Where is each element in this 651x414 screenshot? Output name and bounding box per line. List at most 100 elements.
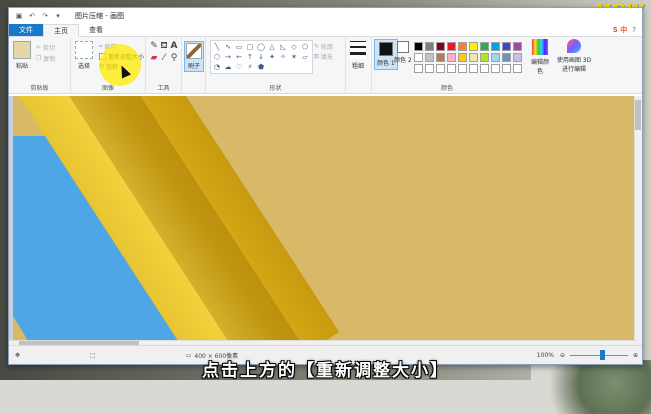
shape-item[interactable]: ⚡ xyxy=(246,63,254,71)
color2-button[interactable]: 颜色 2 xyxy=(394,41,412,64)
shape-item[interactable]: ♡ xyxy=(235,63,243,71)
shape-item[interactable]: ▭ xyxy=(235,43,243,51)
palette-swatch[interactable] xyxy=(458,42,467,51)
shape-item[interactable]: ◯ xyxy=(257,43,265,51)
brush-label: 刷子 xyxy=(187,63,200,70)
palette-swatch[interactable] xyxy=(513,42,522,51)
shape-item[interactable]: ▢ xyxy=(246,43,254,51)
palette-swatch[interactable] xyxy=(447,53,456,62)
shape-item[interactable]: ◺ xyxy=(279,43,287,51)
shape-item[interactable]: ✦ xyxy=(268,53,276,61)
ime-toolbar[interactable]: S 中 xyxy=(613,25,627,35)
color-palette xyxy=(414,42,522,73)
palette-swatch[interactable] xyxy=(425,53,434,62)
palette-swatch[interactable] xyxy=(502,53,511,62)
shape-item[interactable]: ⬠ xyxy=(301,43,309,51)
shape-item[interactable]: → xyxy=(224,53,232,61)
magnifier-icon[interactable]: ⚲ xyxy=(169,53,179,63)
dropdown-icon[interactable]: ▾ xyxy=(54,12,62,20)
outline-button[interactable]: ✎ 轮廓 xyxy=(314,42,333,51)
palette-swatch[interactable] xyxy=(447,42,456,51)
shape-item[interactable]: ← xyxy=(235,53,243,61)
brush-icon xyxy=(186,43,202,59)
palette-swatch[interactable] xyxy=(458,53,467,62)
tab-home[interactable]: 主页 xyxy=(43,24,79,37)
save-icon[interactable]: ▣ xyxy=(15,12,23,20)
shape-item[interactable]: ↓ xyxy=(257,53,265,61)
text-icon[interactable]: A xyxy=(169,41,179,51)
edit-colors-button[interactable]: 编辑颜色 xyxy=(530,39,550,75)
palette-swatch[interactable] xyxy=(447,64,456,73)
palette-swatch[interactable] xyxy=(414,53,423,62)
palette-swatch[interactable] xyxy=(513,53,522,62)
brush-button[interactable]: 刷子 xyxy=(184,41,204,72)
shape-item[interactable]: ⬡ xyxy=(213,53,221,61)
pencil-icon[interactable]: ✎ xyxy=(149,41,159,51)
shape-item[interactable]: ☁ xyxy=(224,63,232,71)
vertical-scrollbar[interactable] xyxy=(634,96,642,347)
shape-item[interactable]: ╲ xyxy=(213,43,221,51)
eraser-icon[interactable]: ▰ xyxy=(149,53,159,63)
shape-item[interactable]: ◇ xyxy=(290,43,298,51)
size-button[interactable]: 粗细 xyxy=(350,41,366,70)
palette-swatch[interactable] xyxy=(425,64,434,73)
palette-swatch[interactable] xyxy=(469,53,478,62)
canvas-area[interactable] xyxy=(9,96,636,347)
copy-button[interactable]: ❐ 复制 xyxy=(36,54,55,63)
fill-shape-icon: ⛾ xyxy=(314,52,319,60)
shape-item[interactable]: △ xyxy=(268,43,276,51)
copy-icon: ❐ xyxy=(36,55,42,62)
paint-window: ▣ ↶ ↷ ▾ 图片压缩 - 画图 文件 主页 查看 S 中 ? 粘贴 ✂ 剪切… xyxy=(8,7,643,365)
color2-label: 颜色 2 xyxy=(394,57,412,64)
tab-file[interactable]: 文件 xyxy=(9,24,43,36)
palette-swatch[interactable] xyxy=(480,64,489,73)
shapes-group: ╲ ∿ ▭ ▢ ◯ △ ◺ ◇ ⬠ ⬡ → ← ↑ ↓ ✦ ✧ ✶ ▱ ◔ ☁ ♡ ⚡ ⬟ ✎ 轮廓 ⛾ 填充 形状 xyxy=(206,37,346,93)
palette-swatch[interactable] xyxy=(414,64,423,73)
palette-swatch[interactable] xyxy=(425,42,434,51)
select-button[interactable]: 选择 xyxy=(75,41,93,70)
vertical-scroll-thumb[interactable] xyxy=(635,100,641,130)
palette-swatch[interactable] xyxy=(480,53,489,62)
paste-button[interactable]: 粘贴 xyxy=(13,41,31,70)
undo-icon[interactable]: ↶ xyxy=(28,12,36,20)
palette-swatch[interactable] xyxy=(491,64,500,73)
palette-swatch[interactable] xyxy=(436,64,445,73)
shape-item[interactable]: ⬟ xyxy=(257,63,265,71)
shape-item[interactable]: ◔ xyxy=(213,63,221,71)
palette-swatch[interactable] xyxy=(502,64,511,73)
redo-icon[interactable]: ↷ xyxy=(41,12,49,20)
image-canvas[interactable] xyxy=(13,96,636,347)
paint3d-button[interactable]: 使用画图 3D 进行编辑 xyxy=(554,39,594,73)
fill-icon[interactable]: ⛾ xyxy=(159,41,169,51)
help-icon[interactable]: ? xyxy=(632,26,636,34)
palette-swatch[interactable] xyxy=(436,42,445,51)
palette-swatch[interactable] xyxy=(436,53,445,62)
cut-button[interactable]: ✂ 剪切 xyxy=(36,43,55,52)
tab-view[interactable]: 查看 xyxy=(79,24,113,36)
shapes-gallery: ╲ ∿ ▭ ▢ ◯ △ ◺ ◇ ⬠ ⬡ → ← ↑ ↓ ✦ ✧ ✶ ▱ ◔ ☁ ♡ ⚡ ⬟ xyxy=(210,40,313,74)
shape-item[interactable]: ∿ xyxy=(224,43,232,51)
palette-swatch[interactable] xyxy=(491,42,500,51)
palette-swatch[interactable] xyxy=(458,64,467,73)
palette-swatch[interactable] xyxy=(469,42,478,51)
shape-item[interactable]: ↑ xyxy=(246,53,254,61)
select-icon xyxy=(75,41,93,59)
size-icon xyxy=(350,41,366,59)
palette-swatch[interactable] xyxy=(480,42,489,51)
palette-swatch[interactable] xyxy=(502,42,511,51)
color1-swatch xyxy=(378,42,393,56)
palette-swatch[interactable] xyxy=(469,64,478,73)
palette-swatch[interactable] xyxy=(491,53,500,62)
color-picker-icon[interactable]: ⁄ xyxy=(159,53,169,63)
ribbon-tabs: 文件 主页 查看 S 中 ? xyxy=(9,24,642,37)
outline-icon: ✎ xyxy=(314,43,320,50)
shape-item[interactable]: ▱ xyxy=(301,53,309,61)
shape-item[interactable]: ✶ xyxy=(290,53,298,61)
palette-swatch[interactable] xyxy=(513,64,522,73)
shape-item[interactable]: ✧ xyxy=(279,53,287,61)
palette-swatch[interactable] xyxy=(414,42,423,51)
size-group: 粗细 xyxy=(346,37,372,93)
fill-shape-button[interactable]: ⛾ 填充 xyxy=(314,52,333,62)
clipboard-icon xyxy=(13,41,31,59)
colors-group: 颜色 1 颜色 2 编辑颜色 使用画图 3D 进行编辑 颜色 xyxy=(372,37,642,93)
